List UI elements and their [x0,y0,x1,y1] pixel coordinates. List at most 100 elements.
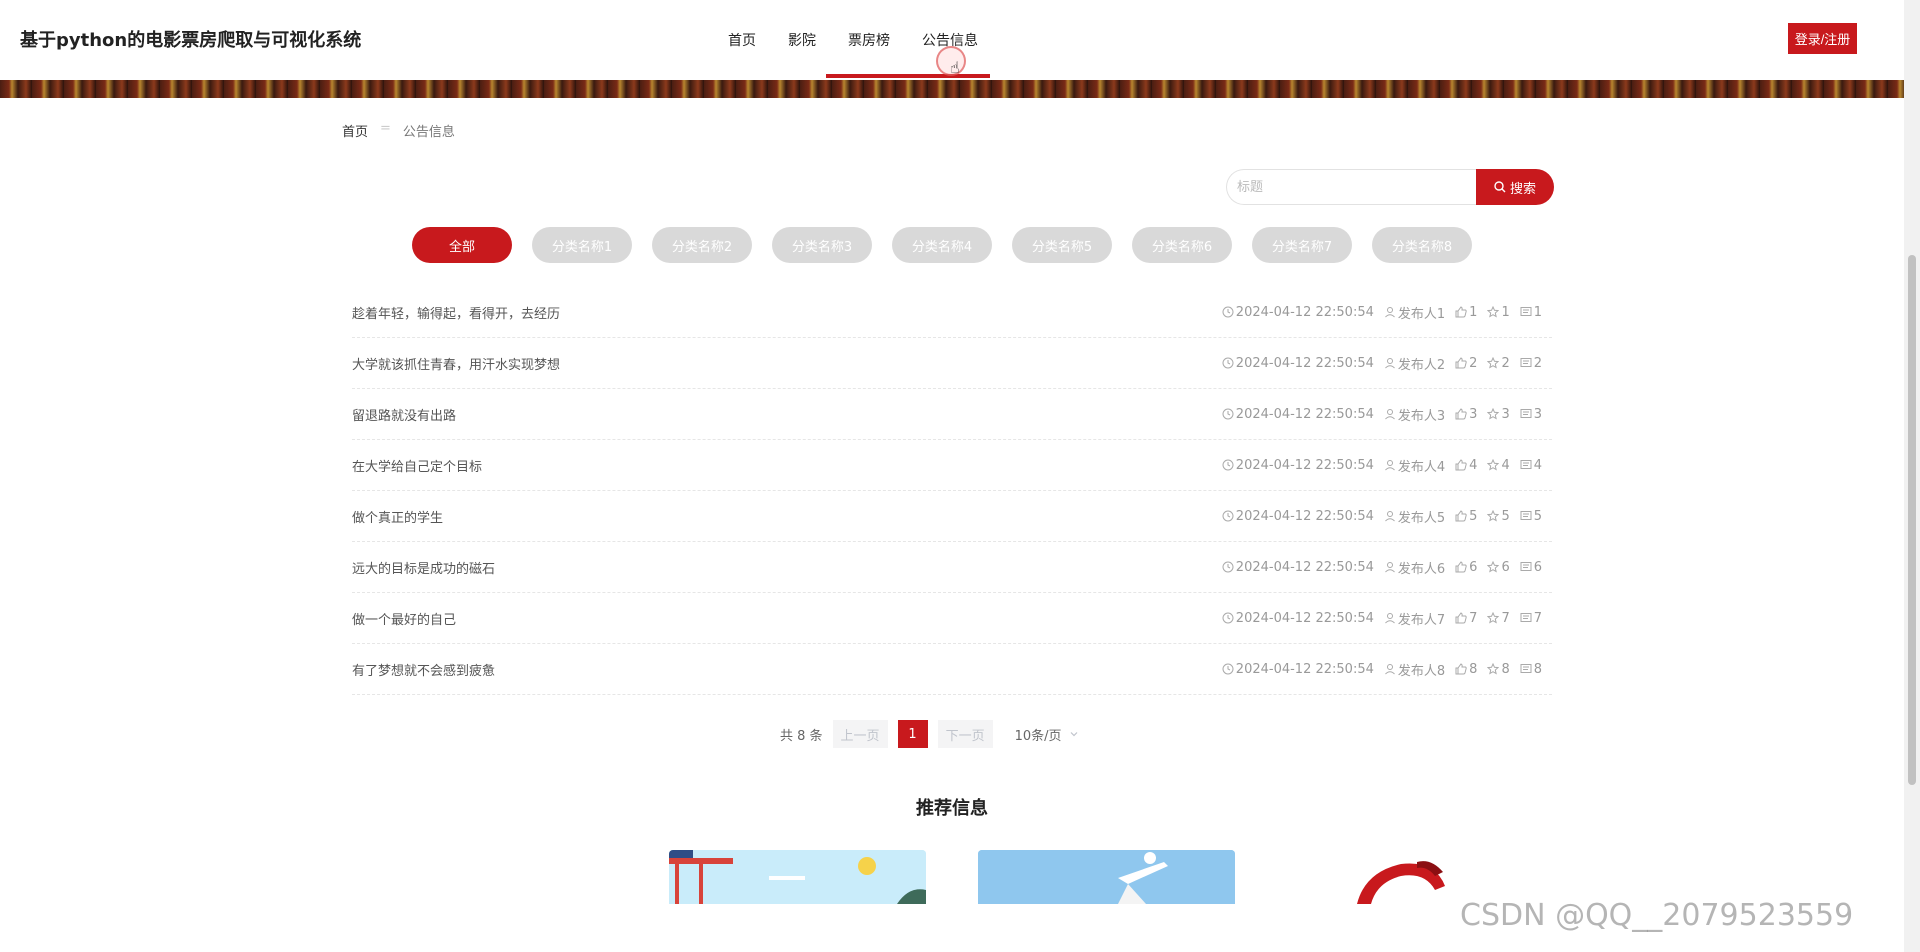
clock-icon [1222,663,1234,675]
meta-favs-value: 2 [1501,355,1510,371]
meta-favs-value: 6 [1501,559,1510,575]
recommend-card-1[interactable] [669,850,926,904]
recommend-title: 推荐信息 [916,798,988,819]
meta-likes-value: 3 [1469,406,1478,422]
recommend-card-3[interactable] [1285,850,1542,904]
list-item-meta: 2024-04-12 22:50:54 发布人3 3 3 3 [1222,405,1552,424]
page-size-label: 10条/页 [1014,728,1062,744]
meta-likes: 3 [1455,407,1477,422]
list-item[interactable]: 有了梦想就不会感到疲惫 2024-04-12 22:50:54 发布人8 8 8 8 [352,644,1552,695]
meta-likes: 6 [1455,560,1477,575]
meta-comments: 2 [1520,356,1542,371]
user-icon [1385,460,1395,471]
thumbs-up-icon [1455,612,1467,624]
list-item-title[interactable]: 在大学给自己定个目标 [352,456,482,475]
nav-home[interactable]: 首页 [712,26,772,54]
recommend-image-1 [669,850,926,904]
meta-comments-value: 5 [1533,508,1542,524]
scrollbar-thumb[interactable] [1908,255,1916,785]
meta-likes: 4 [1455,458,1477,473]
page-scrollbar[interactable] [1904,0,1920,952]
list-item[interactable]: 大学就该抓住青春，用汗水实现梦想 2024-04-12 22:50:54 发布人2 2… [352,338,1552,389]
comment-icon [1520,664,1532,673]
list-item-title[interactable]: 远大的目标是成功的磁石 [352,558,495,577]
list-item[interactable]: 留退路就没有出路 2024-04-12 22:50:54 发布人3 3 3 3 [352,389,1552,440]
user-icon [1385,409,1395,420]
meta-likes: 8 [1455,662,1477,677]
meta-author-value: 发布人2 [1397,357,1446,373]
category-4[interactable]: 分类名称4 [892,227,992,263]
watermark: CSDN @QQ__2079523559 [1460,898,1854,933]
list-item[interactable]: 趁着年轻，输得起，看得开，去经历 2024-04-12 22:50:54 发布人1 1… [352,287,1552,338]
category-3[interactable]: 分类名称3 [772,227,872,263]
meta-likes: 5 [1455,509,1477,524]
page-number-current[interactable]: 1 [897,720,928,748]
list-item-title[interactable]: 做一个最好的自己 [352,609,456,628]
meta-likes-value: 7 [1469,610,1478,626]
list-item-meta: 2024-04-12 22:50:54 发布人6 6 6 6 [1222,558,1552,577]
search-box: 搜索 [1226,169,1554,205]
hand-cursor-icon: ☝ [950,58,960,77]
prev-page-button[interactable]: 上一页 [832,720,888,748]
meta-comments-value: 1 [1533,304,1542,320]
clock-icon [1222,408,1234,420]
meta-author-value: 发布人3 [1397,408,1446,424]
meta-likes: 7 [1455,611,1477,626]
clock-icon [1222,459,1234,471]
list-item-title[interactable]: 趁着年轻，输得起，看得开，去经历 [352,303,560,322]
meta-comments-value: 2 [1533,355,1542,371]
login-register-button[interactable]: 登录/注册 [1788,23,1857,54]
meta-time: 2024-04-12 22:50:54 [1222,560,1374,575]
pagination-total: 共 8 条 [780,728,823,744]
recommend-card-2[interactable] [978,850,1235,904]
list-item[interactable]: 在大学给自己定个目标 2024-04-12 22:50:54 发布人4 4 4 4 [352,440,1552,491]
meta-likes: 2 [1455,356,1477,371]
meta-time-value: 2024-04-12 22:50:54 [1235,406,1374,422]
user-icon [1385,664,1395,675]
category-6[interactable]: 分类名称6 [1132,227,1232,263]
meta-time: 2024-04-12 22:50:54 [1222,407,1374,422]
category-2[interactable]: 分类名称2 [652,227,752,263]
page-size-select[interactable]: 10条/页 [1003,720,1083,748]
meta-time-value: 2024-04-12 22:50:54 [1235,457,1374,473]
comment-icon [1520,409,1532,418]
thumbs-up-icon [1455,459,1467,471]
nav-box-office[interactable]: 票房榜 [832,26,906,54]
category-7[interactable]: 分类名称7 [1252,227,1352,263]
star-icon [1487,612,1500,624]
list-item-title[interactable]: 留退路就没有出路 [352,405,456,424]
meta-comments: 8 [1520,662,1542,677]
meta-time: 2024-04-12 22:50:54 [1222,611,1374,626]
star-icon [1487,561,1500,573]
star-icon [1487,306,1500,318]
list-item-title[interactable]: 有了梦想就不会感到疲惫 [352,660,495,679]
nav-cinema[interactable]: 影院 [772,26,832,54]
meta-comments: 1 [1520,305,1542,320]
header-banner [0,80,1904,98]
list-item[interactable]: 远大的目标是成功的磁石 2024-04-12 22:50:54 发布人6 6 6 6 [352,542,1552,593]
category-all[interactable]: 全部 [412,227,512,263]
meta-author-value: 发布人6 [1397,561,1446,577]
list-item[interactable]: 做一个最好的自己 2024-04-12 22:50:54 发布人7 7 7 7 [352,593,1552,644]
category-1[interactable]: 分类名称1 [532,227,632,263]
meta-time: 2024-04-12 22:50:54 [1222,356,1374,371]
breadcrumb: 首页 = 公告信息 [342,121,455,140]
user-icon [1385,613,1395,624]
meta-comments-value: 3 [1533,406,1542,422]
star-icon [1487,663,1500,675]
meta-favs: 5 [1487,509,1510,524]
page: 基于python的电影票房爬取与可视化系统 首页 影院 票房榜 公告信息 登录/… [0,0,1920,952]
next-page-button[interactable]: 下一页 [937,720,993,748]
list-item-title[interactable]: 大学就该抓住青春，用汗水实现梦想 [352,354,560,373]
list-item-title[interactable]: 做个真正的学生 [352,507,443,526]
search-button[interactable]: 搜索 [1476,169,1554,205]
breadcrumb-home[interactable]: 首页 [342,121,368,140]
category-8[interactable]: 分类名称8 [1372,227,1472,263]
star-icon [1487,408,1500,420]
category-5[interactable]: 分类名称5 [1012,227,1112,263]
clock-icon [1222,306,1234,318]
meta-author: 发布人1 [1384,303,1445,322]
list-item[interactable]: 做个真正的学生 2024-04-12 22:50:54 发布人5 5 5 5 [352,491,1552,542]
search-input[interactable] [1226,169,1476,205]
list-item-meta: 2024-04-12 22:50:54 发布人7 7 7 7 [1222,609,1552,628]
